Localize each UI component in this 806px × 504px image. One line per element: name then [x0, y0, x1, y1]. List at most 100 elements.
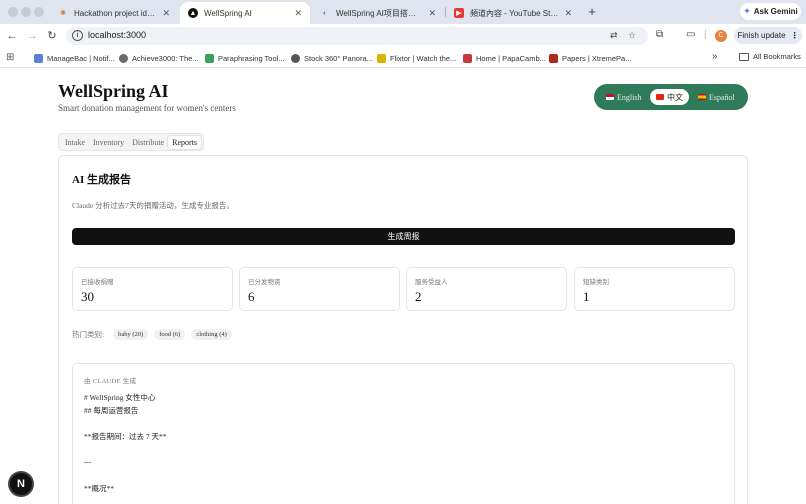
finish-update-label: Finish update	[737, 31, 786, 40]
language-switcher: English 中文 Español	[594, 84, 748, 110]
ask-gemini-button[interactable]: ✦ Ask Gemini	[740, 3, 801, 20]
translate-icon[interactable]: ⇄	[610, 30, 618, 41]
tab-title: WellSpring AI	[204, 8, 252, 18]
nextjs-dev-indicator[interactable]: N	[10, 473, 32, 495]
language-option-chinese[interactable]: 中文	[650, 89, 689, 105]
close-tab-icon[interactable]: ✕	[564, 8, 572, 19]
china-flag-icon	[656, 94, 664, 100]
bookmark-item[interactable]: Flixtor | Watch the...	[377, 52, 456, 64]
browser-tab-wellspring[interactable]: ▲ WellSpring AI ✕	[180, 2, 310, 24]
bookmark-item[interactable]: Papers | XtremePa...	[549, 52, 631, 64]
youtube-favicon-icon: ▶	[454, 8, 464, 18]
bookmark-label: Stock 360° Panora...	[304, 53, 373, 63]
globe-icon	[291, 53, 300, 63]
report-line: **报告期间：过去 7 天**	[84, 432, 167, 441]
report-line: # WellSpring 女性中心	[84, 393, 156, 402]
stat-value: 6	[248, 289, 255, 304]
all-bookmarks-button[interactable]: All Bookmarks	[739, 52, 801, 61]
stat-card-donations-received: 已接收捐赠 30	[72, 267, 233, 311]
generated-by-label: 由 CLAUDE 生成	[84, 378, 137, 385]
spain-flag-icon	[698, 94, 706, 100]
more-bookmarks-chevron-icon[interactable]: »	[712, 51, 718, 62]
us-flag-icon	[606, 94, 614, 100]
browser-tab-youtube[interactable]: ▶ 頻道內容 - YouTube Studio ✕	[446, 2, 580, 24]
extensions-puzzle-icon[interactable]: ⧉	[656, 29, 663, 40]
tab-intake[interactable]: Intake	[61, 136, 89, 149]
language-option-english[interactable]: English	[606, 89, 641, 105]
tab-title: Hackathon project ideas for a	[74, 8, 156, 18]
language-label: 中文	[667, 92, 683, 102]
bookmark-label: Flixtor | Watch the...	[390, 53, 457, 63]
category-chip-clothing: clothing (4)	[191, 329, 232, 340]
language-option-spanish[interactable]: Español	[698, 89, 735, 105]
reload-icon[interactable]: ↻	[44, 28, 60, 44]
close-tab-icon[interactable]: ✕	[428, 8, 436, 19]
sparkle-favicon-icon: ✺	[60, 10, 66, 17]
cast-icon[interactable]: ▭	[686, 29, 695, 40]
tab-reports[interactable]: Reports	[168, 135, 201, 149]
bookmark-label: Paraphrasing Tool...	[218, 53, 285, 63]
app-title: WellSpring AI	[58, 81, 169, 101]
category-chip-baby: baby (20)	[113, 329, 149, 340]
report-card-title: AI 生成报告	[72, 174, 131, 186]
stat-value: 2	[415, 289, 422, 304]
all-bookmarks-label: All Bookmarks	[753, 52, 801, 61]
generated-report-box: 由 CLAUDE 生成 # WellSpring 女性中心 ## 每周运营报告 …	[72, 363, 735, 504]
claude-favicon-icon: ◐	[322, 9, 328, 17]
forward-arrow-icon[interactable]: →	[24, 28, 40, 44]
folder-icon	[739, 52, 749, 61]
bookmark-item[interactable]: Achieve3000: The...	[119, 52, 199, 64]
browser-tab-claude[interactable]: ◐ WellSpring AI项目搭建指南语 ✕	[312, 2, 444, 24]
page-content: WellSpring AI Smart donation management …	[0, 69, 806, 504]
bookmark-item[interactable]: Stock 360° Panora...	[291, 52, 373, 64]
back-arrow-icon[interactable]: ←	[4, 28, 20, 44]
flixtor-icon	[377, 53, 386, 63]
browser-toolbar: ← → ↻ i localhost:3000 ⇄ ☆ ⧉ ▭ | C Finis…	[0, 24, 806, 48]
finish-update-button[interactable]: Finish update ⋮	[734, 27, 802, 44]
report-line: ---	[84, 457, 92, 466]
apps-grid-icon[interactable]: ⊞	[6, 52, 14, 63]
report-description: Claude 分析过去7天的捐赠活动，生成专业报告。	[72, 201, 234, 210]
close-tab-icon[interactable]: ✕	[162, 8, 170, 19]
minimize-window-button[interactable]	[21, 7, 31, 17]
browser-tab-strip: ✺ Hackathon project ideas for a ✕ ▲ Well…	[0, 0, 806, 24]
bookmark-label: Home | PapaCamb...	[476, 53, 546, 63]
toolbar-divider: |	[704, 29, 707, 40]
paraphrasing-tool-icon	[205, 53, 214, 63]
reports-card: AI 生成报告 Claude 分析过去7天的捐赠活动，生成专业报告。 生成周报 …	[58, 155, 748, 504]
stat-value: 1	[583, 289, 590, 304]
triangle-favicon-icon: ▲	[188, 8, 198, 18]
bookmark-item[interactable]: Home | PapaCamb...	[463, 52, 546, 64]
close-window-button[interactable]	[8, 7, 18, 17]
tab-title: 頻道內容 - YouTube Studio	[470, 8, 559, 18]
tab-inventory[interactable]: Inventory	[89, 136, 128, 149]
report-line: ## 每周运营报告	[84, 406, 139, 415]
stat-label: 短缺类别	[583, 279, 609, 286]
hot-categories-label: 热门类别:	[72, 330, 105, 339]
stat-label: 已接收捐赠	[81, 279, 114, 286]
maximize-window-button[interactable]	[34, 7, 44, 17]
xtremepapers-icon	[549, 53, 558, 63]
kebab-menu-icon: ⋮	[790, 31, 799, 40]
managebac-icon	[34, 53, 43, 63]
site-info-icon[interactable]: i	[72, 30, 83, 41]
bookmark-item[interactable]: Paraphrasing Tool...	[205, 52, 285, 64]
app-subtitle: Smart donation management for women's ce…	[58, 103, 236, 113]
new-tab-icon[interactable]: +	[584, 4, 600, 20]
stat-label: 服务受益人	[415, 279, 448, 286]
url-text[interactable]: localhost:3000	[88, 30, 146, 40]
browser-tab-hackathon[interactable]: ✺ Hackathon project ideas for a ✕	[50, 2, 178, 24]
tab-title: WellSpring AI项目搭建指南语	[336, 8, 422, 18]
bookmark-star-icon[interactable]: ☆	[628, 30, 636, 41]
bookmark-item[interactable]: ManageBac | Notif...	[34, 52, 115, 64]
hot-categories: 热门类别: baby (20) food (6) clothing (4)	[72, 329, 238, 340]
close-tab-icon[interactable]: ✕	[294, 8, 302, 19]
stat-label: 已分发物资	[248, 279, 281, 286]
profile-avatar[interactable]: C	[715, 30, 727, 42]
tab-distribute[interactable]: Distribute	[128, 136, 168, 149]
generate-weekly-report-button[interactable]: 生成周报	[72, 228, 735, 245]
report-line: **概况**	[84, 484, 114, 493]
stat-value: 30	[81, 289, 94, 304]
bookmark-label: ManageBac | Notif...	[47, 53, 115, 63]
address-bar[interactable]: i localhost:3000 ⇄ ☆	[66, 27, 648, 45]
